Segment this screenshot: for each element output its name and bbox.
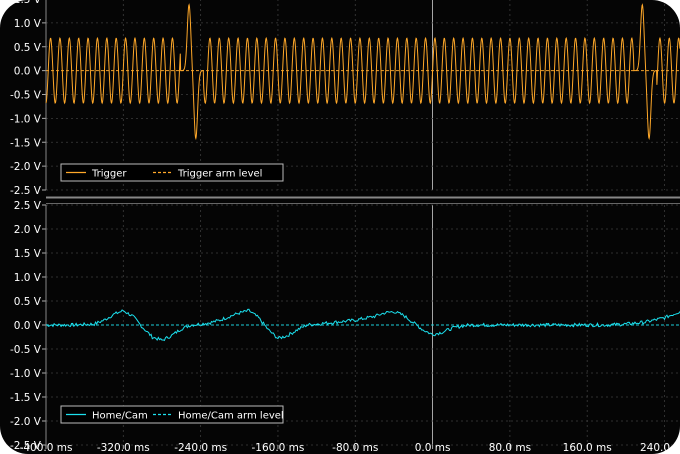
homecam-ytick-label: 2.5 V bbox=[14, 200, 42, 212]
homecam-ytick-label: 1.5 V bbox=[14, 248, 42, 260]
legend-entry-homecam: Home/Cam bbox=[92, 411, 148, 422]
x-tick-label: -240.0 ms bbox=[174, 442, 227, 454]
legend-entry-homecam-arm-level: Home/Cam arm level bbox=[178, 411, 284, 422]
x-tick-label: 160.0 ms bbox=[563, 442, 612, 454]
homecam-ytick-label: 0.5 V bbox=[14, 296, 42, 308]
trigger-legend: Trigger Trigger arm level bbox=[60, 163, 284, 182]
trigger-ytick-label: 0.5 V bbox=[14, 42, 42, 54]
homecam-ytick-label: -1.5 V bbox=[10, 392, 42, 404]
trigger-ytick-label: 1.5 V bbox=[14, 0, 42, 6]
homecam-ytick-label: -0.5 V bbox=[10, 344, 42, 356]
trigger-ytick-label: -1.5 V bbox=[10, 137, 42, 149]
x-tick-label: 80.0 ms bbox=[489, 442, 531, 454]
homecam-ytick-label: -2.0 V bbox=[10, 416, 42, 428]
x-tick-label: 0.0 ms bbox=[415, 442, 451, 454]
homecam-ytick-label: 0.0 V bbox=[14, 320, 42, 332]
scope-display: 1.5 V 1.0 V 0.5 V 0.0 V -0.5 V -1.0 V -1.5 V -2… bbox=[0, 0, 680, 454]
trigger-ytick-label: -2.5 V bbox=[10, 185, 42, 197]
trigger-ytick-label: 0.0 V bbox=[14, 66, 42, 78]
homecam-ytick-label: 1.0 V bbox=[14, 272, 42, 284]
legend-entry-trigger-arm-level: Trigger arm level bbox=[177, 169, 262, 180]
x-tick-label: 240.0 ms bbox=[640, 442, 680, 454]
trigger-ytick-label: 1.0 V bbox=[14, 18, 42, 30]
homecam-ytick-label: -1.0 V bbox=[10, 368, 42, 380]
trigger-ytick-label: -1.0 V bbox=[10, 113, 42, 125]
x-tick-label: -80.0 ms bbox=[332, 442, 378, 454]
x-tick-label: -160.0 ms bbox=[252, 442, 305, 454]
x-tick-label: -400.0 ms bbox=[20, 442, 73, 454]
legend-entry-trigger: Trigger bbox=[91, 169, 127, 180]
trigger-ytick-label: -0.5 V bbox=[10, 90, 42, 102]
oscilloscope-chart: 1.5 V 1.0 V 0.5 V 0.0 V -0.5 V -1.0 V -1.5 V -2… bbox=[10, 0, 680, 454]
homecam-ytick-label: 2.0 V bbox=[14, 224, 42, 236]
homecam-legend: Home/Cam Home/Cam arm level bbox=[60, 405, 284, 424]
trigger-ytick-label: -2.0 V bbox=[10, 161, 42, 173]
x-tick-label: -320.0 ms bbox=[97, 442, 150, 454]
